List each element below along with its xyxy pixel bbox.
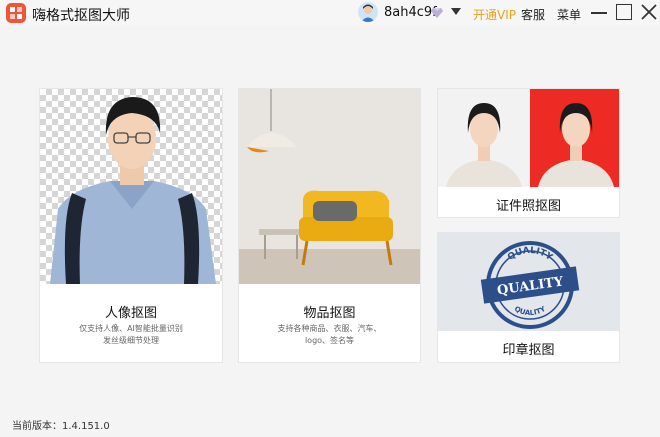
stamp-bottom-text: QUALITY: [513, 304, 548, 317]
svg-text:QUALITY: QUALITY: [513, 304, 548, 317]
menu-button[interactable]: 菜单: [557, 6, 581, 23]
customer-service-link[interactable]: 客服: [521, 6, 545, 23]
object-preview-image: [239, 89, 420, 284]
version-label: 当前版本：1.4.151.0: [12, 421, 110, 432]
id-photo-cutout-card[interactable]: 证件照抠图: [437, 88, 620, 218]
card-description-line-1: 仅支持人像、AI智能批量识别: [79, 324, 183, 333]
card-description-line-1: 支持各种商品、衣服、汽车、: [277, 324, 382, 333]
card-description-line-2: logo、签名等: [304, 336, 355, 345]
vip-diamond-icon: [431, 8, 443, 18]
portrait-preview-image: [40, 89, 222, 284]
card-title: 印章抠图: [502, 343, 555, 358]
stamp-preview-image: QUALITY QUALITY QUALITY: [438, 233, 619, 331]
open-vip-link[interactable]: 开通VIP: [473, 6, 516, 23]
minimize-icon[interactable]: [591, 12, 607, 14]
app-logo-icon: [6, 3, 26, 23]
app-title: 嗨格式抠图大师: [32, 8, 130, 24]
user-avatar-icon[interactable]: [358, 2, 378, 22]
username[interactable]: 8ah4c9f: [384, 5, 437, 20]
title-bar: 嗨格式抠图大师 8ah4c9f 开通VIP 客服 菜单: [0, 0, 660, 26]
portrait-cutout-card[interactable]: 人像抠图 仅支持人像、AI智能批量识别 发丝级细节处理: [39, 88, 223, 363]
maximize-icon[interactable]: [616, 4, 632, 20]
card-description-line-2: 发丝级细节处理: [103, 336, 159, 345]
id-photo-preview-image: [438, 89, 619, 187]
stamp-cutout-card[interactable]: QUALITY QUALITY QUALITY 印章抠图: [437, 232, 620, 363]
card-title: 人像抠图: [104, 306, 157, 321]
card-title: 证件照抠图: [495, 199, 561, 214]
chevron-down-icon[interactable]: [451, 8, 461, 15]
close-icon[interactable]: [640, 3, 658, 21]
object-cutout-card[interactable]: 物品抠图 支持各种商品、衣服、汽车、 logo、签名等: [238, 88, 421, 363]
card-title: 物品抠图: [303, 306, 356, 321]
